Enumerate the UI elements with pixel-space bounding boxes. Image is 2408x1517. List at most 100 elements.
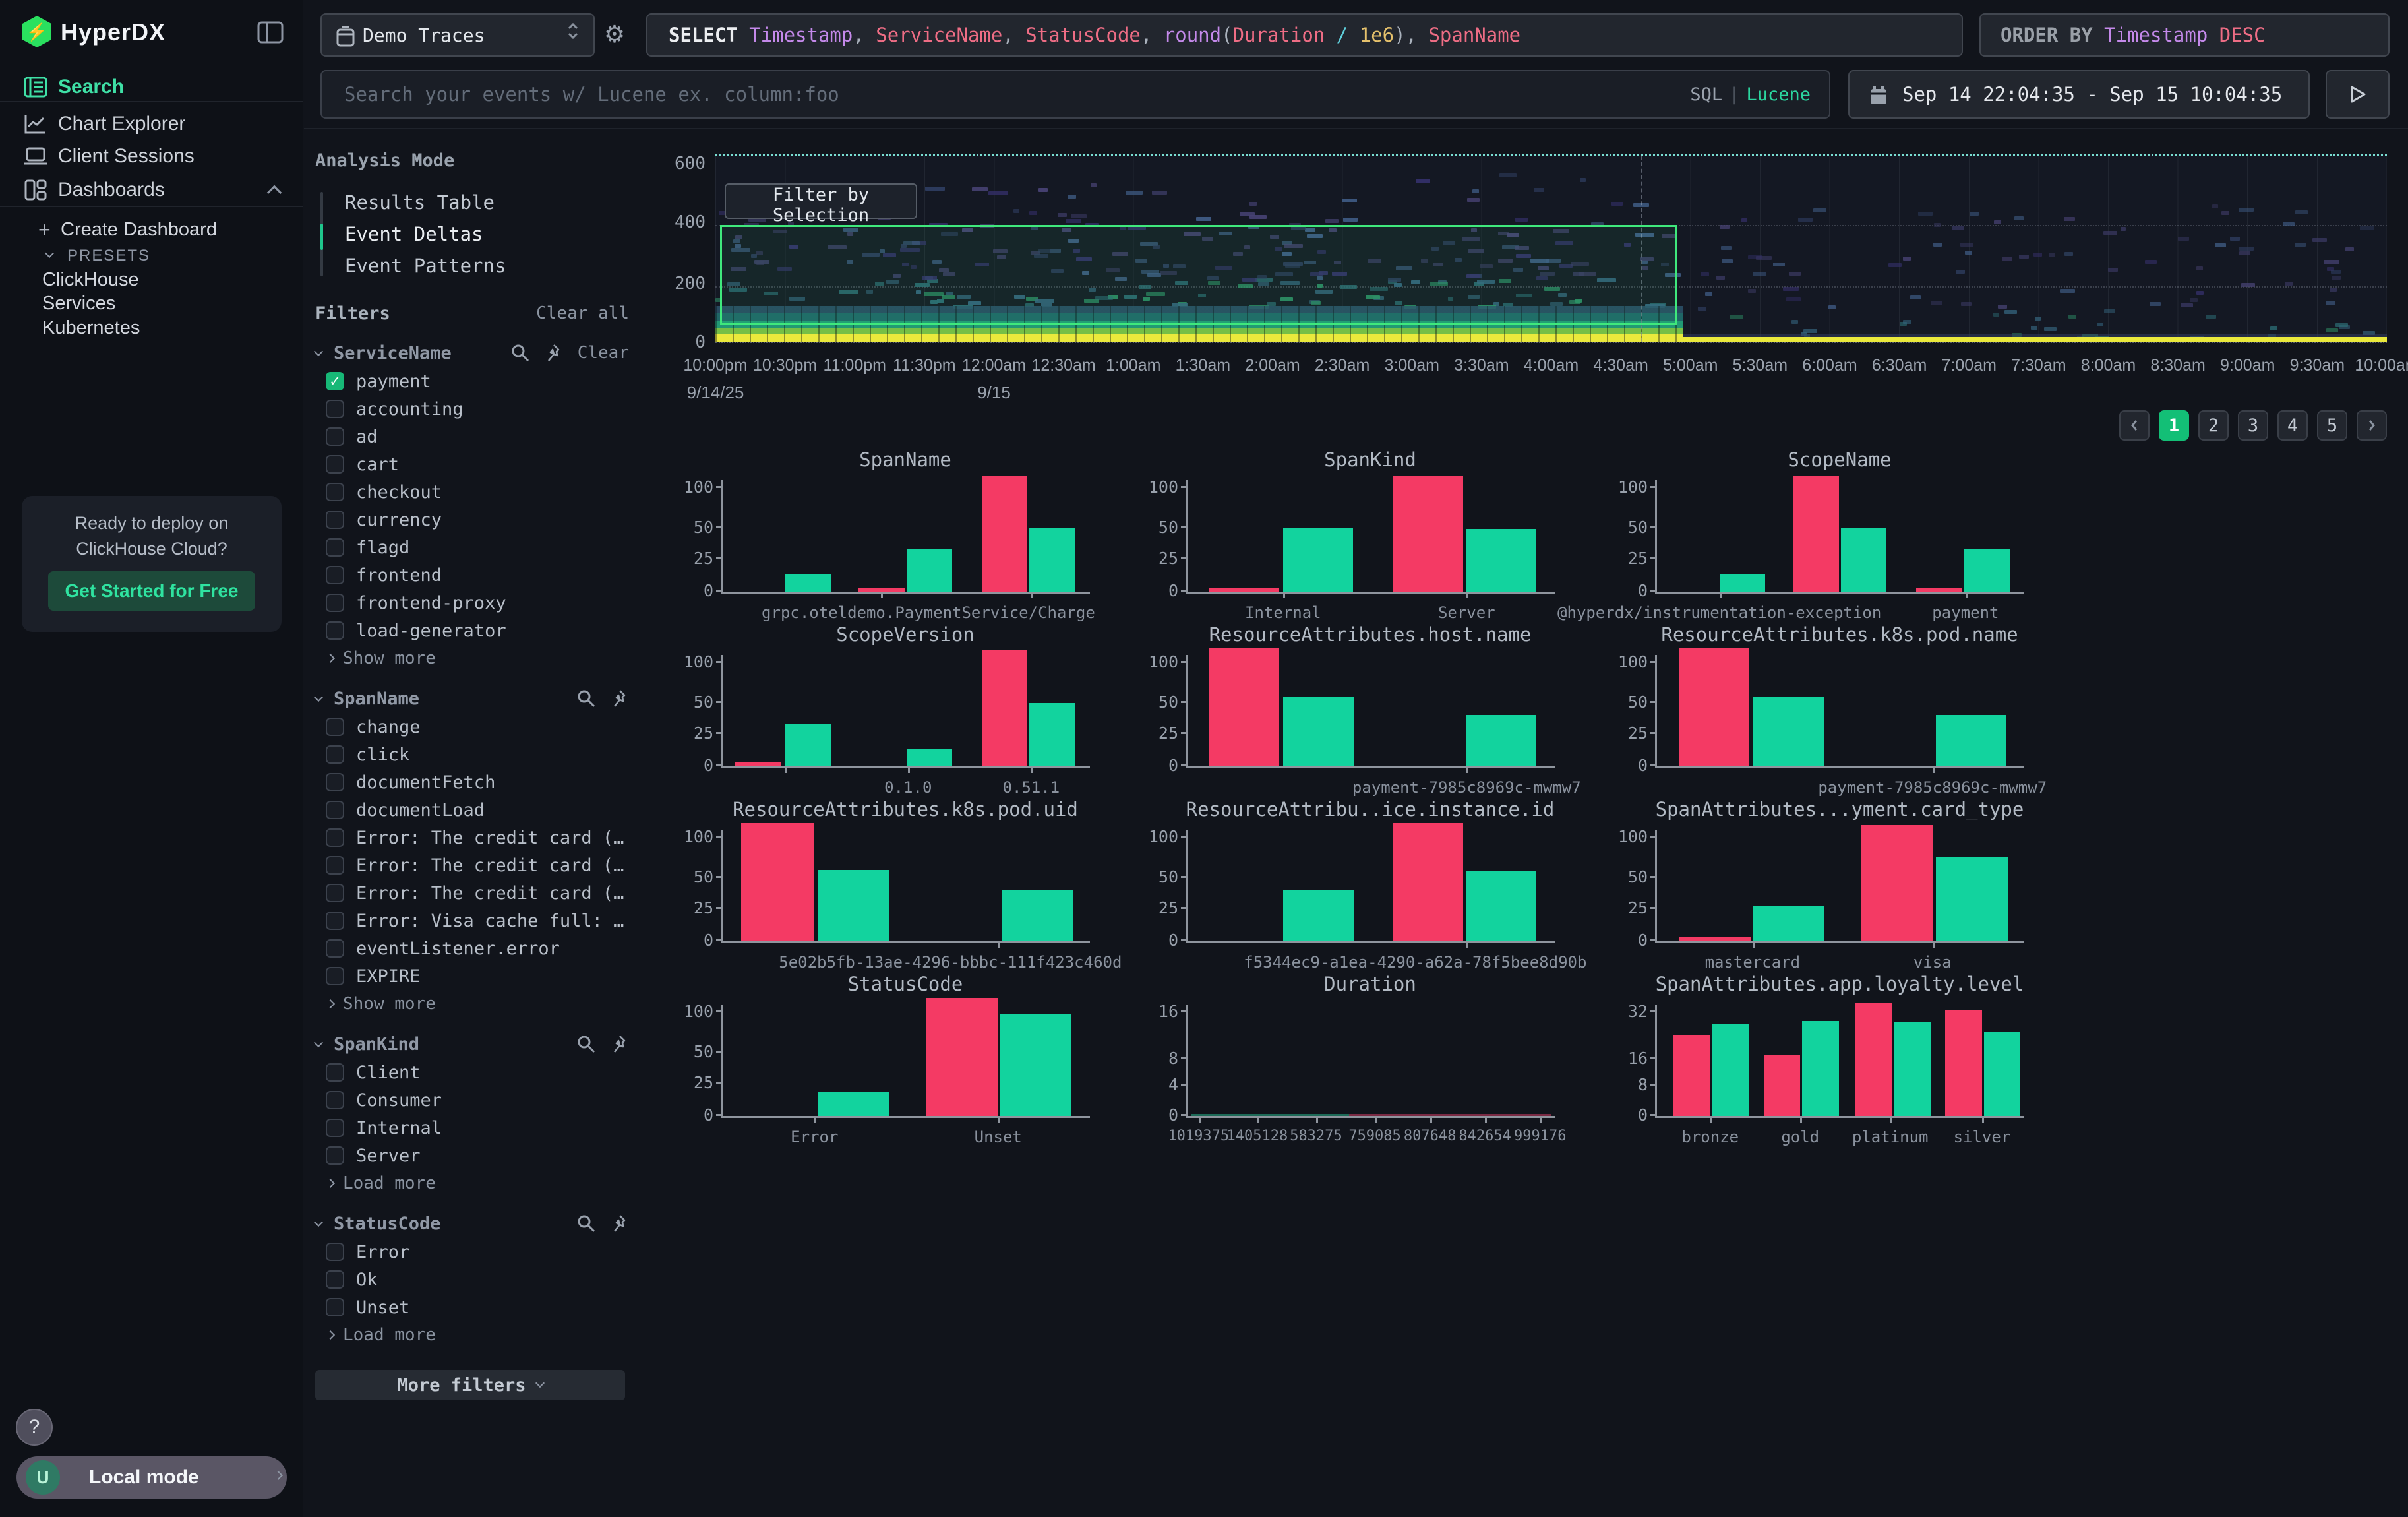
filter-checkbox-row[interactable]: Unset [315,1293,629,1321]
checkbox-unchecked[interactable] [326,828,344,847]
filter-show-more[interactable]: Show more [315,644,629,672]
pin-icon[interactable] [611,1034,629,1054]
filter-checkbox-row[interactable]: Internal [315,1114,629,1142]
clear-filter-button[interactable]: Clear [578,343,629,363]
pagination-prev[interactable] [2119,410,2150,441]
filter-checkbox-row[interactable]: change [315,713,629,741]
checkbox-unchecked[interactable] [326,801,344,819]
filter-checkbox-row[interactable]: click [315,741,629,768]
presets-toggle[interactable]: PRESETS [67,247,150,265]
checkbox-unchecked[interactable] [326,400,344,418]
filter-checkbox-row[interactable]: Error: The credit card (… [315,824,629,851]
checkbox-unchecked[interactable] [326,1298,344,1316]
pagination-page-1[interactable]: 1 [2159,410,2189,441]
clear-all-filters-button[interactable]: Clear all [536,303,629,323]
checkbox-unchecked[interactable] [326,1146,344,1165]
checkbox-unchecked[interactable] [326,1091,344,1109]
filter-load-more[interactable]: Load more [315,1169,629,1197]
filter-checkbox-row[interactable]: eventListener.error [315,935,629,962]
filter-checkbox-row[interactable]: Ok [315,1266,629,1293]
filter-checkbox-row[interactable]: Client [315,1059,629,1086]
filter-checkbox-row[interactable]: Error: The credit card (… [315,879,629,907]
checkbox-unchecked[interactable] [326,594,344,612]
checkbox-unchecked[interactable] [326,621,344,640]
pagination-page-2[interactable]: 2 [2198,410,2229,441]
sql-language-option[interactable]: SQL [1690,84,1722,105]
sidebar-item-search[interactable]: Search [0,70,303,104]
checkbox-unchecked[interactable] [326,455,344,474]
analysis-item-event-deltas[interactable]: Event Deltas [315,218,632,250]
filter-checkbox-row[interactable]: checkout [315,478,629,506]
checkbox-unchecked[interactable] [326,773,344,791]
search-icon[interactable] [576,1214,596,1233]
filter-checkbox-row[interactable]: flagd [315,534,629,561]
filter-checkbox-row[interactable]: Consumer [315,1086,629,1114]
checkbox-unchecked[interactable] [326,967,344,985]
more-filters-button[interactable]: More filters [315,1370,625,1400]
filter-group-header[interactable]: SpanName [315,684,629,713]
filter-checkbox-row[interactable]: accounting [315,395,629,423]
create-dashboard-button[interactable]: + Create Dashboard [61,219,217,241]
filter-by-selection-button[interactable]: Filter by Selection [725,183,917,219]
filter-checkbox-row[interactable]: currency [315,506,629,534]
duration-heatmap[interactable]: Filter by Selection [715,154,2387,343]
filter-checkbox-row[interactable]: frontend [315,561,629,589]
checkbox-unchecked[interactable] [326,1119,344,1137]
heatmap-selection-region[interactable] [720,225,1677,325]
filter-checkbox-row[interactable]: ✓payment [315,367,629,395]
pin-icon[interactable] [611,1214,629,1233]
filter-group-header[interactable]: SpanKind [315,1030,629,1059]
checkbox-unchecked[interactable] [326,1243,344,1261]
pagination-page-4[interactable]: 4 [2277,410,2308,441]
analysis-item-results-table[interactable]: Results Table [315,187,632,218]
source-settings-gear-icon[interactable]: ⚙ [600,20,629,49]
sidebar-item-clickhouse[interactable]: ClickHouse [42,269,139,291]
checkbox-unchecked[interactable] [326,483,344,501]
lucene-language-option[interactable]: Lucene [1746,84,1811,105]
search-icon[interactable] [576,1034,596,1054]
search-icon[interactable] [510,343,530,363]
pin-icon[interactable] [611,689,629,708]
sidebar-item-kubernetes[interactable]: Kubernetes [42,317,140,339]
filter-show-more[interactable]: Show more [315,990,629,1018]
filter-checkbox-row[interactable]: documentFetch [315,768,629,796]
filter-load-more[interactable]: Load more [315,1321,629,1349]
checkbox-unchecked[interactable] [326,566,344,584]
get-started-button[interactable]: Get Started for Free [48,571,255,611]
pin-icon[interactable] [545,343,563,363]
checkbox-unchecked[interactable] [326,511,344,529]
filter-checkbox-row[interactable]: documentLoad [315,796,629,824]
filter-checkbox-row[interactable]: Error [315,1238,629,1266]
pagination-next[interactable] [2357,410,2387,441]
checkbox-unchecked[interactable] [326,538,344,557]
filter-checkbox-row[interactable]: Error: Visa cache full: … [315,907,629,935]
pagination-page-3[interactable]: 3 [2238,410,2268,441]
date-range-picker[interactable]: Sep 14 22:04:35 - Sep 15 10:04:35 [1848,70,2310,119]
filter-checkbox-row[interactable]: Server [315,1142,629,1169]
checkbox-unchecked[interactable] [326,856,344,875]
checkbox-unchecked[interactable] [326,884,344,902]
filter-checkbox-row[interactable]: EXPIRE [315,962,629,990]
sql-select-editor[interactable]: SELECT Timestamp, ServiceName, StatusCod… [646,13,1963,57]
run-query-button[interactable] [2326,70,2390,119]
data-source-select[interactable]: Demo Traces [320,13,595,57]
checkbox-unchecked[interactable] [326,912,344,930]
checkbox-unchecked[interactable] [326,427,344,446]
filter-checkbox-row[interactable]: frontend-proxy [315,589,629,617]
collapse-sidebar-icon[interactable] [257,21,284,44]
checkbox-unchecked[interactable] [326,939,344,958]
help-button[interactable]: ? [16,1409,53,1446]
filter-checkbox-row[interactable]: load-generator [315,617,629,644]
filter-checkbox-row[interactable]: ad [315,423,629,450]
sidebar-item-dashboards[interactable]: Dashboards [0,173,303,207]
sidebar-item-chart-explorer[interactable]: Chart Explorer [0,107,303,141]
analysis-item-event-patterns[interactable]: Event Patterns [315,250,632,282]
user-menu[interactable]: U Local mode [16,1456,287,1499]
filter-group-header[interactable]: ServiceNameClear [315,338,629,367]
sidebar-item-services[interactable]: Services [42,293,115,315]
checkbox-unchecked[interactable] [326,718,344,736]
checkbox-unchecked[interactable] [326,1270,344,1289]
filter-checkbox-row[interactable]: Error: The credit card (… [315,851,629,879]
order-by-editor[interactable]: ORDER BY Timestamp DESC [1979,13,2390,57]
checkbox-unchecked[interactable] [326,1063,344,1082]
